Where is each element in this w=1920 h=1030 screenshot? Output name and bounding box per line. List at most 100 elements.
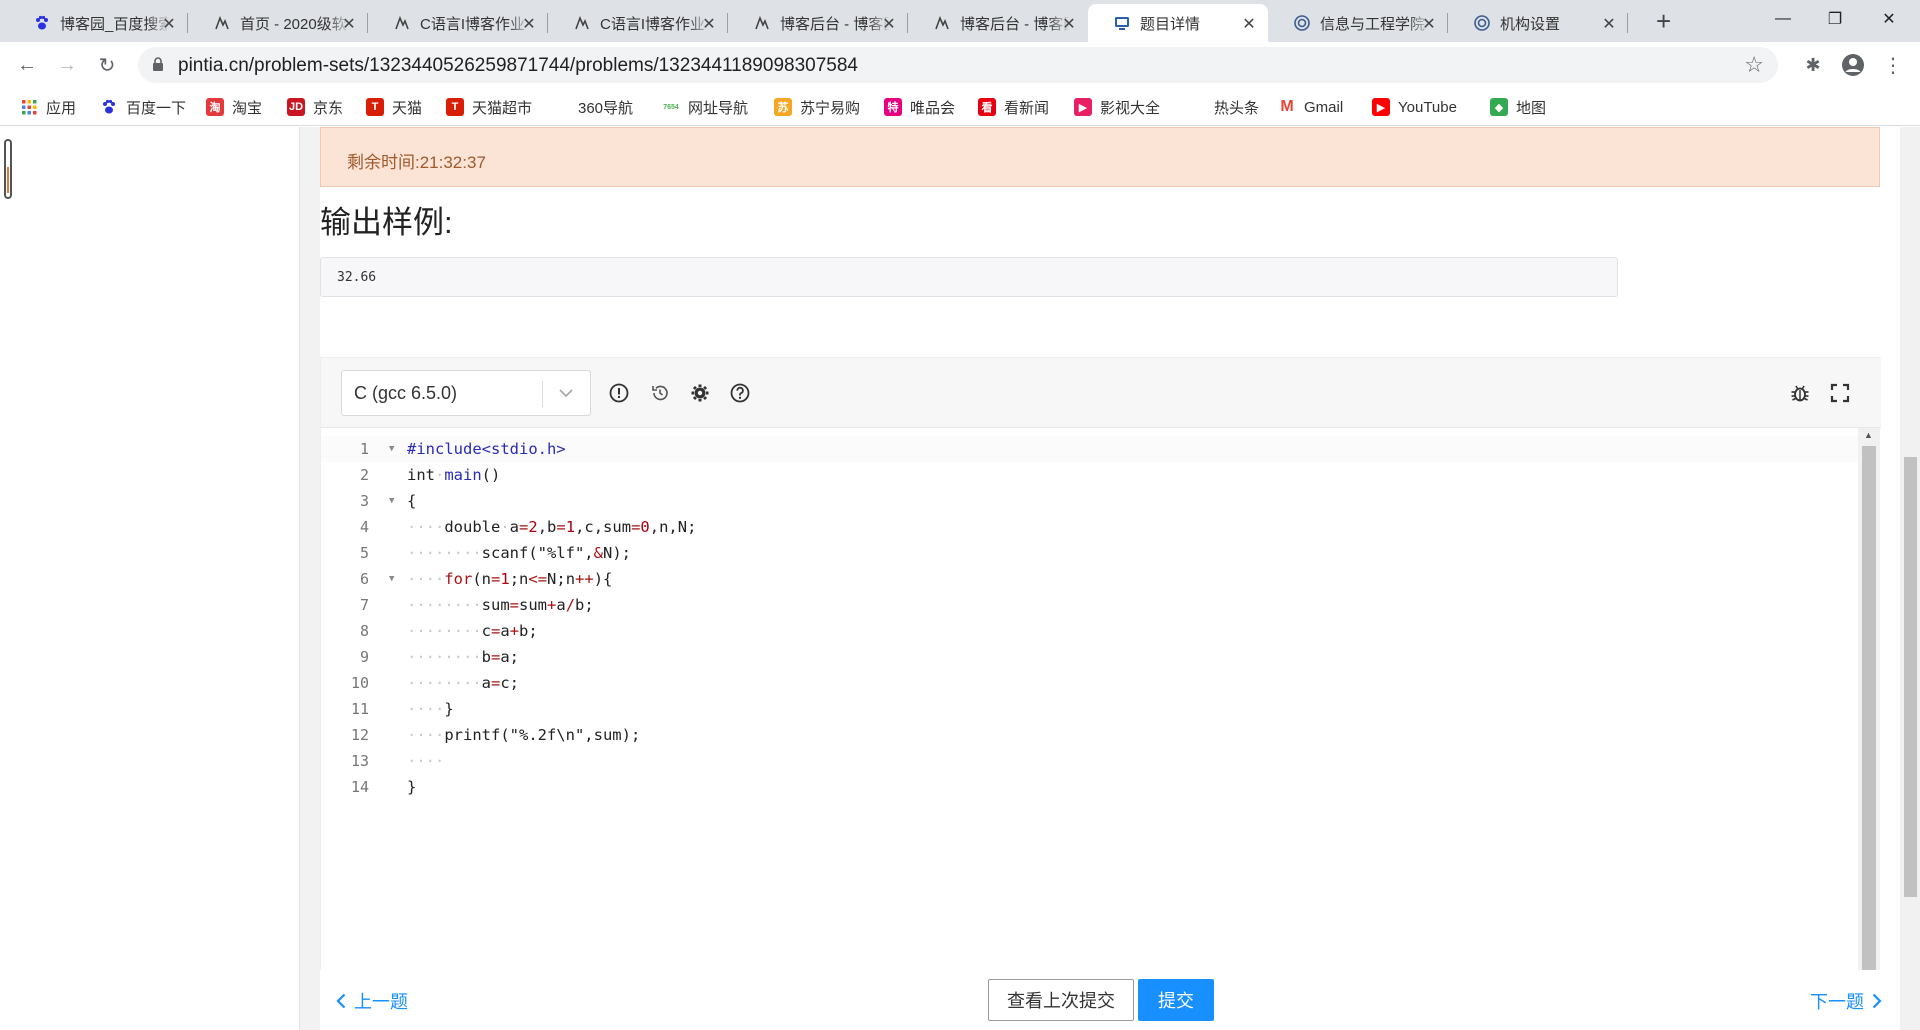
fold-toggle-icon[interactable]: ▼ xyxy=(389,436,394,462)
code-line[interactable]: 9 ········b=a; xyxy=(321,644,1861,670)
forward-icon[interactable]: → xyxy=(52,50,82,80)
code-text: ········b=a; xyxy=(407,648,520,666)
code-line[interactable]: 13 ···· xyxy=(321,748,1861,774)
bookmark-item[interactable]: 7654 网址导航 xyxy=(662,96,748,118)
minimize-window-icon[interactable]: — xyxy=(1760,0,1806,38)
close-window-icon[interactable]: ✕ xyxy=(1866,0,1912,38)
fullscreen-icon[interactable] xyxy=(1829,382,1851,404)
problem-list-sidebar xyxy=(0,127,300,1030)
browser-tab[interactable]: C语言I博客作业 ✕ xyxy=(368,4,548,42)
browser-tab[interactable]: 首页 - 2020级软件 ✕ xyxy=(188,4,368,42)
editor-toolbar: C (gcc 6.5.0) xyxy=(321,358,1881,428)
page-content: 剩余时间:21:32:37 输出样例: 32.66 C (gcc 6.5.0) xyxy=(0,127,1920,1030)
bookmark-item[interactable]: ◆ 地图 xyxy=(1490,96,1546,118)
bookmark-item[interactable]: ▶ 影视大全 xyxy=(1074,96,1160,118)
code-area[interactable]: 1 ▼ #include<stdio.h> 2 int·main() 3 ▼ {4 ····do… xyxy=(321,428,1861,1001)
chevron-down-icon[interactable] xyxy=(556,381,576,405)
view-last-submission-button[interactable]: 查看上次提交 xyxy=(988,979,1134,1021)
bookmark-label: 热头条 xyxy=(1214,99,1260,117)
editor-scrollbar[interactable]: ▲ xyxy=(1858,428,1880,1001)
bookmark-favicon-icon xyxy=(100,98,118,116)
code-line[interactable]: 10 ········a=c; xyxy=(321,670,1861,696)
extensions-icon[interactable]: ✱ xyxy=(1798,50,1828,80)
previous-problem-button[interactable]: 上一题 xyxy=(336,988,408,1014)
browser-tab-title: 信息与工程学院 xyxy=(1320,15,1426,33)
bookmark-item[interactable]: 360导航 xyxy=(560,96,633,118)
code-line[interactable]: 3 ▼ { xyxy=(321,488,1861,514)
tab-close-icon[interactable]: ✕ xyxy=(160,14,178,34)
fold-toggle-icon[interactable]: ▼ xyxy=(389,488,394,514)
bookmark-item[interactable]: 淘淘宝 xyxy=(206,96,262,118)
bookmark-item[interactable]: 特唯品会 xyxy=(884,96,955,118)
code-line[interactable]: 5 ········scanf("%lf",&N); xyxy=(321,540,1861,566)
next-problem-button[interactable]: 下一题 xyxy=(1810,988,1882,1014)
browser-tab[interactable]: 信息与工程学院 ✕ xyxy=(1268,4,1448,42)
new-tab-button[interactable]: + xyxy=(1656,4,1671,38)
code-line[interactable]: 7 ········sum=sum+a/b; xyxy=(321,592,1861,618)
browser-tab[interactable]: 博客后台 - 博客园 ✕ xyxy=(908,4,1088,42)
browser-tab[interactable]: C语言I博客作业 ✕ xyxy=(548,4,728,42)
back-icon[interactable]: ← xyxy=(12,50,42,80)
code-line[interactable]: 4 ····double·a=2,b=1,c,sum=0,n,N; xyxy=(321,514,1861,540)
browser-tab[interactable]: 博客后台 - 博客园 ✕ xyxy=(728,4,908,42)
code-line[interactable]: 6 ▼ ····for(n=1;n<=N;n++){ xyxy=(321,566,1861,592)
bookmark-label: 淘宝 xyxy=(232,99,263,117)
bookmark-favicon-icon xyxy=(20,98,38,116)
page-scrollbar[interactable] xyxy=(1900,127,1920,1030)
bookmark-item[interactable]: T 天猫 xyxy=(366,96,422,118)
code-line[interactable]: 12 ····printf("%.2f\n",sum); xyxy=(321,722,1861,748)
tab-close-icon[interactable]: ✕ xyxy=(1240,14,1258,34)
bookmark-label: 影视大全 xyxy=(1100,99,1161,117)
tab-close-icon[interactable]: ✕ xyxy=(340,14,358,34)
bookmark-item[interactable]: M Gmail xyxy=(1278,96,1343,118)
help-question-icon[interactable] xyxy=(729,382,751,404)
bookmark-item[interactable]: 看看新闻 xyxy=(978,96,1049,118)
tab-close-icon[interactable]: ✕ xyxy=(1600,14,1618,34)
tab-close-icon[interactable]: ✕ xyxy=(1420,14,1438,34)
bookmark-item[interactable]: 热头条 xyxy=(1196,96,1259,118)
history-icon[interactable] xyxy=(649,382,671,404)
browser-toolbar: ← → ↻ pintia.cn/problem-sets/13234405262… xyxy=(0,42,1920,88)
page-scrollbar-thumb[interactable] xyxy=(1904,457,1917,897)
bookmark-item[interactable]: T 天猫超市 xyxy=(446,96,532,118)
tab-close-icon[interactable]: ✕ xyxy=(1060,14,1078,34)
bookmark-star-icon[interactable]: ☆ xyxy=(1744,52,1764,78)
restore-window-icon[interactable]: ❐ xyxy=(1812,0,1858,38)
code-line[interactable]: 14} xyxy=(321,774,1861,800)
code-line[interactable]: 2 int·main() xyxy=(321,462,1861,488)
bookmark-item[interactable]: 苏苏宁易购 xyxy=(774,96,860,118)
menu-kebab-icon[interactable]: ⋮ xyxy=(1878,50,1908,80)
code-line[interactable]: 1 ▼ #include<stdio.h> xyxy=(321,436,1861,462)
browser-tab[interactable]: 机构设置 ✕ xyxy=(1448,4,1628,42)
language-select[interactable]: C (gcc 6.5.0) xyxy=(341,370,591,416)
bookmark-favicon-icon: T xyxy=(366,98,384,116)
bookmark-label: Gmail xyxy=(1304,98,1344,116)
bookmark-item[interactable]: JD 京东 xyxy=(287,96,343,118)
bookmark-item[interactable]: 应用 xyxy=(20,96,76,118)
settings-gear-icon[interactable] xyxy=(689,382,711,404)
tab-close-icon[interactable]: ✕ xyxy=(880,14,898,34)
editor-scrollbar-thumb[interactable] xyxy=(1862,446,1876,1001)
submit-button[interactable]: 提交 xyxy=(1138,979,1214,1021)
exclamation-circle-icon[interactable] xyxy=(608,382,630,404)
bookmark-item[interactable]: 百度一下 xyxy=(100,96,186,118)
code-line[interactable]: 11 ····} xyxy=(321,696,1861,722)
cnblogs-icon xyxy=(754,15,770,31)
tab-close-icon[interactable]: ✕ xyxy=(700,14,718,34)
scroll-up-arrow-icon[interactable]: ▲ xyxy=(1864,430,1873,440)
browser-tab[interactable]: 题目详情 ✕ xyxy=(1088,4,1268,42)
code-text: ····printf("%.2f\n",sum); xyxy=(407,726,641,744)
bookmark-item[interactable]: ▶ YouTube xyxy=(1372,96,1457,118)
countdown-banner: 剩余时间:21:32:37 xyxy=(320,127,1880,187)
profile-avatar-icon[interactable] xyxy=(1838,50,1868,80)
fold-toggle-icon[interactable]: ▼ xyxy=(389,566,394,592)
tab-close-icon[interactable]: ✕ xyxy=(520,14,538,34)
reload-icon[interactable]: ↻ xyxy=(92,50,122,80)
code-line[interactable]: 8 ········c=a+b; xyxy=(321,618,1861,644)
sidebar-scroll-handle[interactable] xyxy=(4,139,12,199)
code-text: ····double·a=2,b=1,c,sum=0,n,N; xyxy=(407,518,697,536)
browser-tab[interactable]: 博客园_百度搜索 ✕ xyxy=(8,4,188,42)
debug-bug-icon[interactable] xyxy=(1789,382,1811,404)
address-bar[interactable]: pintia.cn/problem-sets/13234405262598717… xyxy=(138,47,1778,83)
code-text: ········c=a+b; xyxy=(407,622,538,640)
